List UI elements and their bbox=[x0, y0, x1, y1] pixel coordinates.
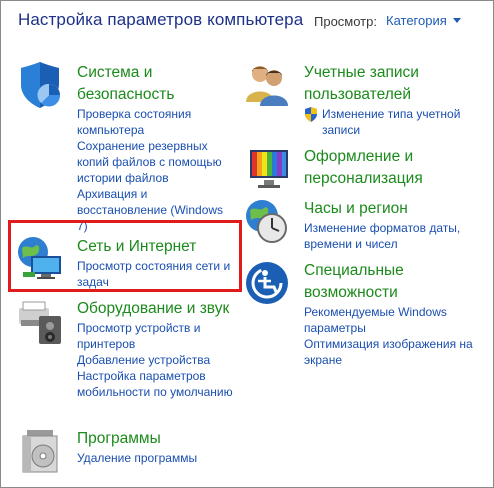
link-change-date-formats[interactable]: Изменение форматов даты, времени и чисел bbox=[304, 220, 484, 252]
uac-shield-icon bbox=[305, 107, 317, 122]
link-change-account-type[interactable]: Изменение типа учетной записи bbox=[304, 106, 484, 138]
link-change-account-type-label: Изменение типа учетной записи bbox=[322, 107, 461, 137]
printer-speaker-icon[interactable] bbox=[17, 298, 63, 344]
link-add-device[interactable]: Добавление устройства bbox=[77, 352, 237, 368]
chevron-down-icon bbox=[452, 18, 461, 23]
link-file-history-backup[interactable]: Сохранение резервных копий файлов с помо… bbox=[77, 138, 237, 186]
link-uninstall-program[interactable]: Удаление программы bbox=[77, 450, 237, 466]
link-backup-restore-win7[interactable]: Архивация и восстановление (Windows 7) bbox=[77, 186, 237, 234]
link-network-status-tasks[interactable]: Просмотр состояния сети и задач bbox=[77, 258, 242, 290]
category-title-user-accounts[interactable]: Учетные записи пользователей bbox=[304, 62, 484, 106]
link-optimize-display[interactable]: Оптимизация изображения на экране bbox=[304, 336, 484, 368]
page-title: Настройка параметров компьютера bbox=[18, 10, 304, 29]
shield-pie-icon[interactable] bbox=[17, 62, 63, 108]
display-palette-icon[interactable] bbox=[244, 146, 290, 192]
programs-disc-icon[interactable] bbox=[17, 428, 63, 474]
clock-globe-icon[interactable] bbox=[244, 198, 290, 244]
view-by-dropdown[interactable]: Категория bbox=[386, 13, 461, 28]
network-globe-icon[interactable] bbox=[17, 236, 63, 282]
accessibility-icon[interactable] bbox=[244, 260, 290, 306]
users-icon[interactable] bbox=[244, 62, 290, 108]
link-recommended-settings[interactable]: Рекомендуемые Windows параметры bbox=[304, 304, 484, 336]
category-title-clock-region[interactable]: Часы и регион bbox=[304, 198, 484, 220]
category-title-programs[interactable]: Программы bbox=[77, 428, 237, 450]
link-mobility-defaults[interactable]: Настройка параметров мобильности по умол… bbox=[77, 368, 237, 400]
category-title-ease-of-access[interactable]: Специальные возможности bbox=[304, 260, 484, 304]
link-check-computer-status[interactable]: Проверка состояния компьютера bbox=[77, 106, 237, 138]
category-title-hardware-sound[interactable]: Оборудование и звук bbox=[77, 298, 237, 320]
category-title-network-internet[interactable]: Сеть и Интернет bbox=[77, 236, 242, 258]
category-title-appearance-personalization[interactable]: Оформление и персонализация bbox=[304, 146, 484, 190]
link-devices-printers[interactable]: Просмотр устройств и принтеров bbox=[77, 320, 237, 352]
view-by-label: Просмотр: bbox=[314, 14, 377, 29]
category-title-system-security[interactable]: Система и безопасность bbox=[77, 62, 237, 106]
view-by-value: Категория bbox=[386, 13, 447, 28]
